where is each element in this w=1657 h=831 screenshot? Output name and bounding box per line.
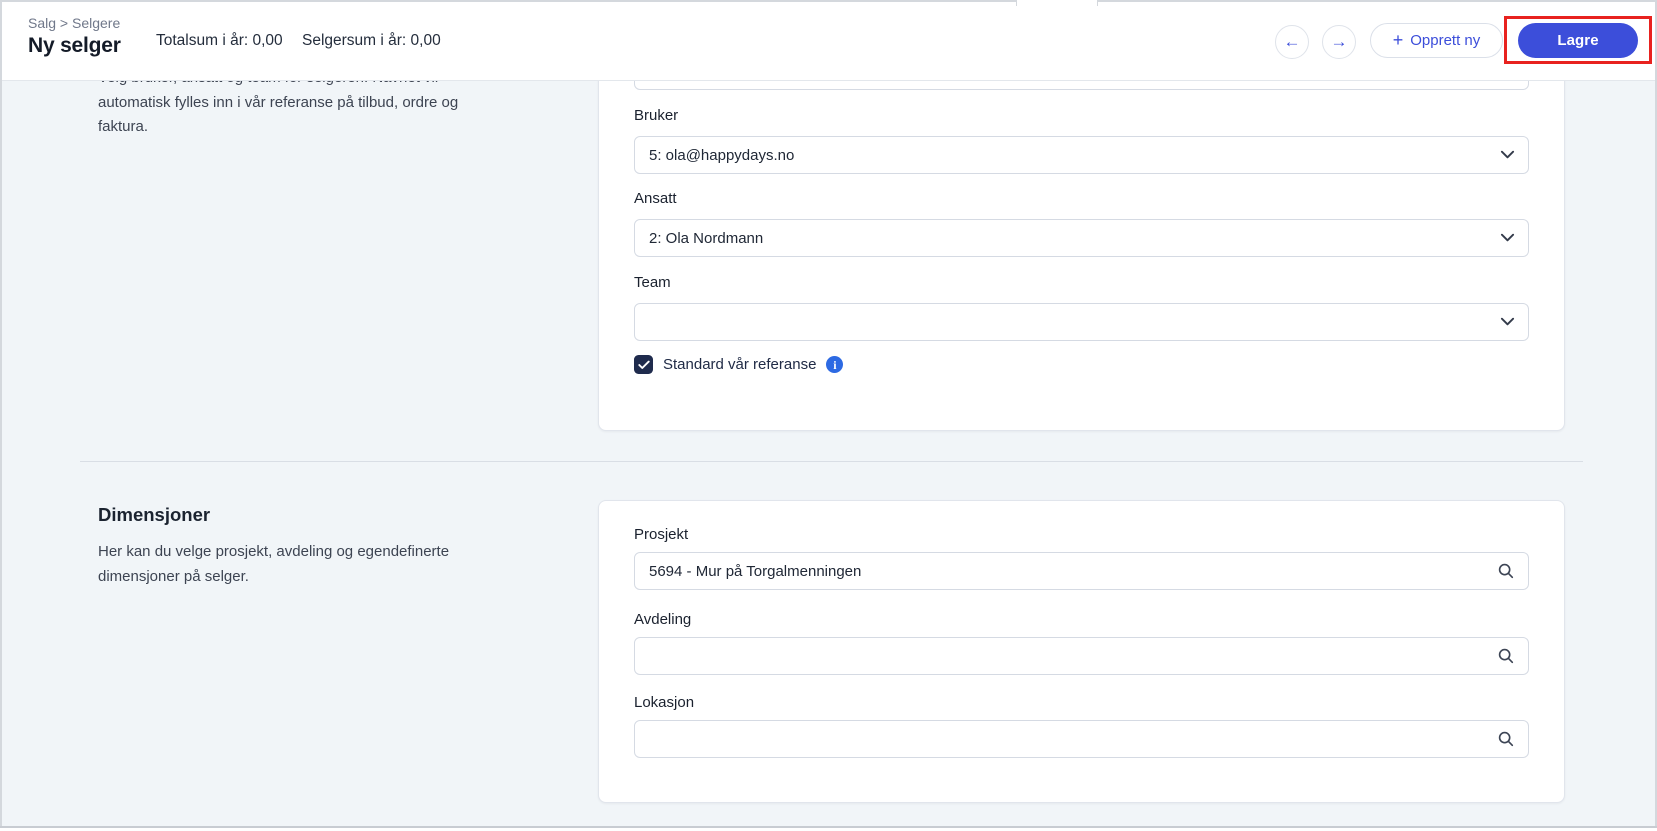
prosjekt-label: Prosjekt — [634, 526, 689, 543]
create-new-label: Opprett ny — [1410, 32, 1481, 49]
frame-notch-left — [1016, 0, 1017, 6]
frame-border-top-left — [0, 0, 1016, 2]
breadcrumb[interactable]: Salg > Selgere — [28, 15, 120, 31]
lokasjon-input[interactable] — [634, 720, 1529, 758]
frame-border-top-right — [1098, 0, 1657, 2]
info-glyph: i — [833, 357, 837, 372]
reference-description-line-2: faktura. — [98, 118, 149, 135]
dimensions-description-line-1: Her kan du velge prosjekt, avdeling og e… — [98, 543, 450, 560]
avdeling-input[interactable] — [634, 637, 1529, 675]
ansatt-select-value: 2: Ola Nordmann — [649, 229, 764, 247]
page-header: Salg > Selgere Ny selger Totalsum i år: … — [0, 0, 1657, 81]
prosjekt-input-value: 5694 - Mur på Torgalmenningen — [649, 562, 862, 580]
team-label: Team — [634, 274, 671, 291]
section-divider — [80, 461, 1583, 462]
dimensions-heading: Dimensjoner — [98, 504, 211, 525]
search-icon — [1497, 730, 1515, 748]
info-icon[interactable]: i — [826, 356, 844, 373]
search-icon — [1497, 647, 1515, 665]
prosjekt-input[interactable]: 5694 - Mur på Torgalmenningen — [634, 552, 1529, 590]
totalsum-stat: Totalsum i år: 0,00 — [156, 32, 283, 49]
dimensions-description: Her kan du velge prosjekt, avdeling og e… — [98, 540, 578, 589]
dimensions-description-line-2: dimensjoner på selger. — [98, 567, 249, 585]
standard-var-referanse-label: Standard vår referanse — [663, 356, 817, 373]
previous-button[interactable]: ← — [1275, 25, 1309, 59]
frame-border-left — [0, 0, 2, 828]
standard-var-referanse-row: Standard vår referanse i — [634, 355, 844, 374]
plus-icon: + — [1392, 30, 1404, 50]
create-new-button[interactable]: + Opprett ny — [1370, 23, 1503, 58]
save-button-label: Lagre — [1557, 32, 1599, 49]
search-icon — [1497, 562, 1515, 580]
standard-var-referanse-checkbox[interactable] — [634, 355, 653, 374]
page-title: Ny selger — [28, 34, 121, 57]
checkmark-icon — [637, 360, 650, 369]
reference-description-line-1: automatisk fylles inn i vår referanse på… — [98, 93, 459, 111]
arrow-right-icon: → — [1330, 32, 1348, 51]
chevron-down-icon — [1500, 233, 1515, 243]
ansatt-label: Ansatt — [634, 190, 677, 207]
selgersum-stat: Selgersum i år: 0,00 — [302, 32, 441, 49]
next-button[interactable]: → — [1322, 25, 1356, 59]
team-select[interactable] — [634, 303, 1529, 341]
avdeling-label: Avdeling — [634, 611, 692, 628]
lokasjon-label: Lokasjon — [634, 694, 695, 711]
bruker-select[interactable]: 5: ola@happydays.no — [634, 136, 1529, 174]
ansatt-select[interactable]: 2: Ola Nordmann — [634, 219, 1529, 257]
frame-border-bottom — [0, 826, 1657, 828]
frame-notch-right — [1097, 0, 1098, 6]
chevron-down-icon — [1500, 317, 1515, 327]
arrow-left-icon: ← — [1283, 32, 1301, 51]
bruker-label: Bruker — [634, 107, 679, 124]
save-button[interactable]: Lagre — [1518, 23, 1638, 58]
bruker-select-value: 5: ola@happydays.no — [649, 146, 795, 164]
chevron-down-icon — [1500, 150, 1515, 160]
app-window: Velg bruker, ansatt og team for selgeren… — [0, 0, 1657, 831]
